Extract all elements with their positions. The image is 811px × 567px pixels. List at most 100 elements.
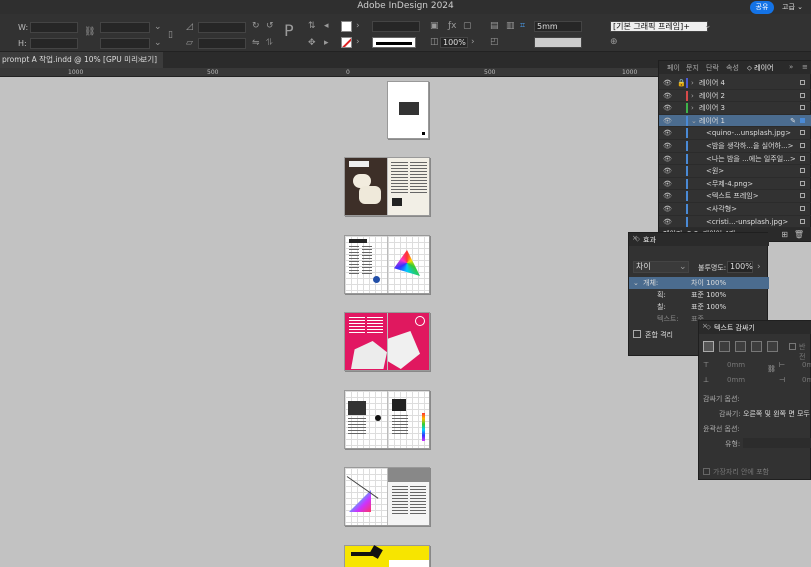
prev-object-icon[interactable]: ◂	[324, 21, 329, 31]
link-scale-icon[interactable]: ▯	[168, 30, 173, 40]
rotate-angle-icon[interactable]: ◿	[186, 22, 193, 32]
eye-icon[interactable]: 👁	[663, 178, 672, 190]
left-offset-field[interactable]: 0mm	[802, 361, 811, 369]
chevron-right-icon[interactable]: ›	[691, 102, 694, 114]
stroke-weight-dropdown[interactable]	[372, 21, 420, 32]
close-tab-icon[interactable]: ×	[137, 52, 144, 68]
layer-row[interactable]: 👁 › 레이어 3	[659, 102, 811, 115]
isolate-blending-checkbox[interactable]	[633, 330, 641, 338]
layer-row[interactable]: 👁 🔒 › 레이어 4	[659, 77, 811, 90]
select-content-icon[interactable]: ✥	[308, 38, 316, 48]
align-stroke-icon[interactable]: ◰	[490, 37, 499, 47]
fit-content-icon[interactable]: ▥	[506, 21, 515, 31]
layer-row[interactable]: 👁 ⌄ 레이어 1 ✎	[659, 114, 811, 128]
scale-y-dropdown-icon[interactable]: ⌄	[154, 38, 162, 48]
next-object-icon[interactable]: ▸	[324, 38, 329, 48]
page-1[interactable]	[387, 81, 429, 139]
selection-square-icon[interactable]	[800, 180, 805, 186]
effects-row-fill[interactable]: 칠: 표준 100%	[629, 301, 769, 313]
new-layer-icon[interactable]: ⊞	[781, 230, 788, 239]
eye-icon[interactable]: 👁	[663, 102, 672, 114]
tab-properties[interactable]: 속성	[726, 63, 739, 73]
layer-item-row[interactable]: 👁 <무제-4.png>	[659, 178, 811, 191]
scale-y-field[interactable]	[100, 38, 150, 49]
scale-x-dropdown-icon[interactable]: ⌄	[154, 22, 162, 32]
drop-shadow-icon[interactable]: ▢	[463, 21, 472, 31]
stroke-type-dropdown[interactable]	[372, 37, 416, 48]
layer-item-row[interactable]: 👁 <텍스트 프레임>	[659, 190, 811, 203]
spread-4-5[interactable]	[344, 235, 430, 294]
layer-item-row[interactable]: 👁 <원>	[659, 165, 811, 178]
shear-angle-icon[interactable]: ▱	[186, 38, 193, 48]
wrap-object-shape-button[interactable]	[735, 341, 746, 352]
bottom-offset-field[interactable]: 0mm	[727, 376, 745, 384]
spread-6-7[interactable]	[344, 312, 430, 371]
lock-icon[interactable]: 🔒	[677, 77, 686, 89]
spread-2-3[interactable]	[344, 157, 430, 216]
chevron-down-icon[interactable]: ⌄	[691, 115, 697, 127]
scale-x-field[interactable]	[100, 22, 150, 33]
panel-collapse-icon[interactable]: »	[789, 63, 793, 71]
share-button[interactable]: 공유	[750, 1, 774, 14]
corner-size-field[interactable]: 5mm	[534, 21, 582, 32]
selection-square-icon[interactable]	[800, 155, 805, 161]
tab-pages[interactable]: 페이	[667, 63, 680, 73]
eye-icon[interactable]: 👁	[663, 216, 672, 228]
panel-menu-icon[interactable]: ≡	[802, 63, 808, 71]
object-style-chevron-icon[interactable]: ⌄	[704, 21, 712, 31]
rotate-cw-icon[interactable]: ↻	[252, 21, 260, 31]
chevron-right-icon[interactable]: ›	[691, 77, 694, 89]
selection-square-icon[interactable]	[800, 218, 805, 224]
effects-title[interactable]: 효과	[643, 235, 656, 245]
opacity-field[interactable]: 100%	[727, 261, 753, 273]
fill-dropdown-icon[interactable]: ›	[356, 21, 360, 31]
frame-fitting-icon[interactable]: ▤	[490, 21, 499, 31]
eye-icon[interactable]: 👁	[663, 165, 672, 177]
blend-mode-chevron-icon[interactable]: ⌄	[679, 262, 687, 272]
selection-square-icon[interactable]	[800, 168, 805, 174]
layer-item-row[interactable]: 👁 <밤을 생각하...을 실어하...>	[659, 140, 811, 153]
text-wrap-title[interactable]: 텍스트 감싸기	[714, 323, 755, 333]
object-style-dropdown[interactable]: [기본 그래픽 프레임]+	[610, 21, 708, 32]
top-offset-field[interactable]: 0mm	[727, 361, 745, 369]
layer-item-row[interactable]: 👁 <cristi...-unsplash.jpg>	[659, 216, 811, 229]
fx-icon[interactable]: ƒx	[448, 21, 457, 31]
eye-icon[interactable]: 👁	[663, 190, 672, 202]
eye-icon[interactable]: 👁	[663, 140, 672, 152]
opacity-icon[interactable]: ◫	[430, 37, 439, 47]
spread-10-11[interactable]	[344, 467, 431, 526]
spread-12-13[interactable]	[344, 545, 430, 567]
rotate-field[interactable]	[198, 22, 246, 33]
jump-next-column-button[interactable]	[767, 341, 778, 352]
invert-checkbox[interactable]	[789, 343, 796, 350]
right-offset-field[interactable]: 0mm	[802, 376, 811, 384]
stroke-dropdown-icon[interactable]: ›	[356, 37, 360, 47]
delete-layer-icon[interactable]: 🗑	[794, 230, 804, 239]
wrap-to-dropdown[interactable]: 오른쪽 및 왼쪽 면 모두	[743, 409, 810, 419]
selection-square-icon[interactable]	[800, 117, 805, 123]
eye-icon[interactable]: 👁	[663, 90, 672, 102]
selection-square-icon[interactable]	[800, 193, 805, 199]
corner-shape-dropdown[interactable]	[534, 37, 582, 48]
selection-square-icon[interactable]	[800, 143, 805, 148]
selection-square-icon[interactable]	[800, 206, 805, 211]
eye-icon[interactable]: 👁	[663, 77, 672, 89]
flip-horizontal-icon[interactable]: ⇋	[252, 38, 260, 48]
jump-object-button[interactable]	[751, 341, 762, 352]
width-field[interactable]	[30, 22, 78, 33]
spread-8-9[interactable]	[344, 390, 430, 449]
layer-item-row[interactable]: 👁 <quino-...unsplash.jpg>	[659, 127, 811, 140]
rotate-ccw-icon[interactable]: ↺	[266, 21, 274, 31]
text-wrap-icon[interactable]: ▣	[430, 21, 439, 31]
effects-row-object[interactable]: ⌄ 개체: 차이 100%	[629, 277, 769, 289]
tab-layers[interactable]: ⬦ 레이어	[747, 63, 773, 73]
eye-icon[interactable]: 👁	[663, 153, 672, 165]
wrap-bounding-box-button[interactable]	[719, 341, 730, 352]
layer-item-row[interactable]: 👁 <사각형>	[659, 203, 811, 216]
effects-row-stroke[interactable]: 획: 표준 100%	[629, 289, 769, 301]
corner-options-icon[interactable]: ⌗	[520, 21, 525, 31]
shear-field[interactable]	[198, 38, 246, 49]
selection-square-icon[interactable]	[800, 92, 805, 98]
select-container-icon[interactable]: ⇅	[308, 21, 316, 31]
constrain-proportions-icon[interactable]: ⛓	[84, 27, 95, 37]
